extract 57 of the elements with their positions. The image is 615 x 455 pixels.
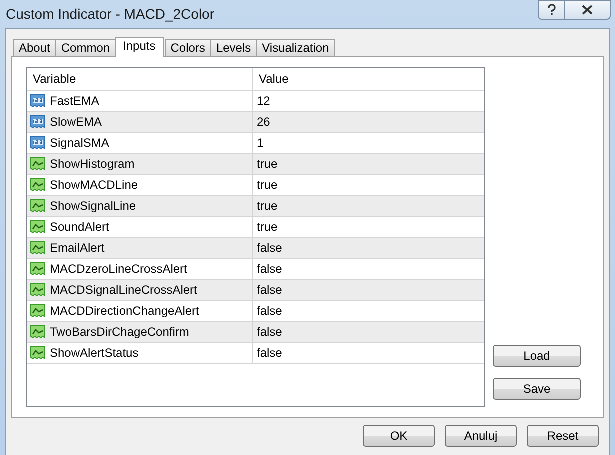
value-cell[interactable]: 26 [253, 112, 484, 132]
variable-name: TwoBarsDirChageConfirm [50, 325, 190, 339]
action-button[interactable]: Save [493, 378, 581, 400]
value-cell[interactable]: true [253, 196, 484, 216]
variable-name: ShowHistogram [50, 157, 135, 171]
chart-line-icon [30, 220, 46, 234]
chart-line-icon [30, 283, 46, 297]
tab[interactable]: Visualization [256, 39, 336, 56]
chart-line-icon [30, 325, 46, 339]
variable-name: ShowSignalLine [50, 199, 136, 213]
variable-name: ShowMACDLine [50, 178, 138, 192]
chart-line-icon [30, 346, 46, 360]
chart-line-icon [30, 199, 46, 213]
dialog-button[interactable]: OK [363, 425, 435, 447]
variable-name: SlowEMA [50, 115, 102, 129]
variable-name: ShowAlertStatus [50, 346, 139, 360]
chart-line-icon [30, 178, 46, 192]
value-cell[interactable]: false [253, 238, 484, 258]
close-button[interactable] [565, 0, 611, 20]
help-icon [546, 4, 556, 16]
variable-name: MACDDirectionChangeAlert [50, 304, 200, 318]
value-cell[interactable]: true [253, 154, 484, 174]
tab[interactable]: Inputs [115, 37, 164, 57]
help-button[interactable] [538, 0, 565, 20]
chart-line-icon [30, 262, 46, 276]
number-type-icon [30, 115, 46, 129]
number-type-icon [30, 94, 46, 108]
tab[interactable]: Common [55, 39, 116, 56]
value-cell[interactable]: false [253, 301, 484, 321]
tab[interactable]: About [13, 39, 56, 56]
chart-line-icon [30, 157, 46, 171]
value-cell[interactable]: 12 [253, 91, 484, 111]
close-icon [582, 5, 593, 15]
value-cell[interactable]: false [253, 343, 484, 363]
chart-line-icon [30, 304, 46, 318]
value-cell[interactable]: true [253, 217, 484, 237]
chart-line-icon [30, 241, 46, 255]
variable-name: SoundAlert [50, 220, 110, 234]
value-cell[interactable]: false [253, 322, 484, 342]
value-cell[interactable]: true [253, 175, 484, 195]
variable-name: MACDSignalLineCrossAlert [50, 283, 198, 297]
variable-name: SignalSMA [50, 136, 110, 150]
column-header: Variable [27, 68, 253, 90]
variable-name: EmailAlert [50, 241, 105, 255]
variable-name: MACDzeroLineCrossAlert [50, 262, 188, 276]
window-title: Custom Indicator - MACD_2Color [6, 5, 215, 22]
tab[interactable]: Colors [164, 39, 212, 56]
number-type-icon [30, 136, 46, 150]
action-button[interactable]: Load [493, 345, 581, 367]
value-cell[interactable]: false [253, 280, 484, 300]
value-cell[interactable]: false [253, 259, 484, 279]
column-header: Value [258, 71, 290, 88]
dialog-button[interactable]: Anuluj [445, 425, 517, 447]
dialog-button[interactable]: Reset [527, 425, 599, 447]
value-cell[interactable]: 1 [253, 133, 484, 153]
variable-name: FastEMA [50, 94, 100, 108]
tab[interactable]: Levels [210, 39, 258, 56]
